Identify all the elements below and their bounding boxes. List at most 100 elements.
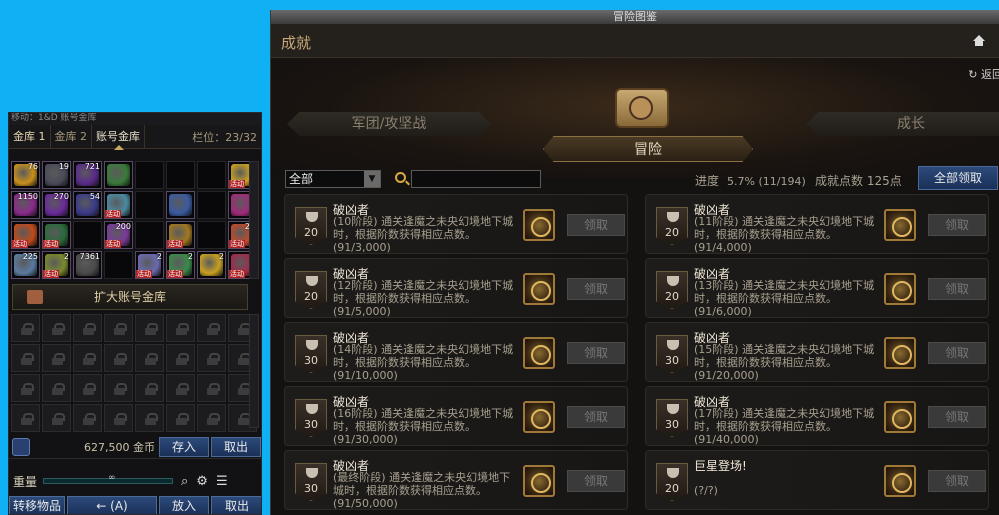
reward-medal-icon[interactable]	[523, 273, 555, 305]
tab-vault-1[interactable]: 金库 1	[9, 124, 51, 149]
reward-medal-icon[interactable]	[523, 401, 555, 433]
achievement-desc-text: (17阶段) 通关逢魔之未央幻境地下城时，根据阶数获得相应点数。	[694, 407, 875, 433]
locked-slot	[42, 314, 71, 342]
inventory-item[interactable]: 2 活动	[166, 251, 195, 279]
inventory-item[interactable]: 7361	[73, 251, 102, 279]
empty-slot[interactable]	[197, 221, 226, 249]
locked-slot	[104, 404, 133, 432]
locked-slot	[166, 314, 195, 342]
category-growth[interactable]: 成长	[806, 112, 999, 136]
reward-medal-icon[interactable]	[884, 273, 916, 305]
reward-medal-icon[interactable]	[884, 337, 916, 369]
reward-medal-icon[interactable]	[523, 209, 555, 241]
reward-medal-icon[interactable]	[884, 465, 916, 497]
category-legion[interactable]: 军团/攻坚战	[287, 112, 491, 136]
locked-slot	[42, 344, 71, 372]
inventory-item[interactable]: 活动	[11, 221, 40, 249]
empty-slot[interactable]	[197, 191, 226, 219]
sort-icon[interactable]	[12, 437, 30, 456]
reward-medal-icon[interactable]	[523, 337, 555, 369]
inventory-item[interactable]: 76	[11, 161, 40, 189]
achievement-desc-text: (14阶段) 通关逢魔之未央幻境地下城时，根据阶数获得相应点数。	[333, 343, 514, 369]
claim-button[interactable]: 领取	[567, 342, 625, 364]
lock-icon	[21, 383, 34, 395]
inventory-item[interactable]: 活动	[104, 191, 133, 219]
inventory-item[interactable]: 54	[73, 191, 102, 219]
section-title: 成就	[281, 34, 312, 52]
inventory-item[interactable]: 活动	[42, 221, 71, 249]
list-icon[interactable]: ☰	[216, 474, 228, 489]
inventory-item[interactable]: 225	[11, 251, 40, 279]
achievement-description: (?/?)	[694, 471, 876, 497]
inventory-item[interactable]	[166, 191, 195, 219]
empty-slot[interactable]	[135, 221, 164, 249]
take-out-button[interactable]: 取出	[211, 496, 261, 514]
empty-slot[interactable]	[104, 251, 133, 279]
inventory-item[interactable]: 270	[42, 191, 71, 219]
item-scrollbar[interactable]	[249, 161, 259, 279]
lock-icon	[145, 353, 158, 365]
home-icon[interactable]	[973, 35, 985, 47]
empty-slot[interactable]	[166, 161, 195, 189]
trophy-badge: 30	[656, 335, 688, 373]
inventory-item[interactable]: 2 活动	[135, 251, 164, 279]
inventory-item[interactable]: 1150	[11, 191, 40, 219]
back-button[interactable]: ↻ 返回	[968, 66, 999, 82]
inventory-item[interactable]	[104, 161, 133, 189]
claim-button[interactable]: 领取	[928, 342, 986, 364]
hotkey-button[interactable]: ← (A)	[67, 496, 157, 514]
filter-select[interactable]: 全部 ▼	[285, 170, 381, 188]
claim-button[interactable]: 领取	[567, 470, 625, 492]
claim-button[interactable]: 领取	[928, 278, 986, 300]
tab-vault-2[interactable]: 金库 2	[51, 124, 92, 149]
achievement-desc-text: (13阶段) 通关逢魔之未央幻境地下城时，根据阶数获得相应点数。	[694, 279, 875, 305]
inventory-item[interactable]: 活动	[166, 221, 195, 249]
empty-slot[interactable]	[197, 161, 226, 189]
item-event-tag: 活动	[43, 270, 59, 278]
search-input[interactable]	[411, 170, 541, 188]
empty-slot[interactable]	[135, 191, 164, 219]
expand-vault-button[interactable]: 扩大账号金库	[12, 284, 248, 310]
inventory-item[interactable]: 2	[197, 251, 226, 279]
withdraw-button[interactable]: 取出	[211, 436, 261, 457]
reward-medal-icon[interactable]	[884, 209, 916, 241]
lock-icon	[207, 323, 220, 335]
claim-button[interactable]: 领取	[928, 470, 986, 492]
empty-slot[interactable]	[135, 161, 164, 189]
inventory-item[interactable]: 2 活动	[42, 251, 71, 279]
item-event-tag: 活动	[136, 270, 152, 278]
deposit-button[interactable]: 存入	[159, 436, 209, 457]
item-count: 7361	[79, 252, 100, 261]
item-count: 2	[63, 252, 69, 261]
reward-medal-icon[interactable]	[523, 465, 555, 497]
gear-icon[interactable]: ⚙	[196, 474, 208, 489]
lock-icon	[21, 323, 34, 335]
reward-medal-icon[interactable]	[884, 401, 916, 433]
trophy-badge: 30	[656, 399, 688, 437]
chevron-down-icon[interactable]: ▼	[364, 171, 380, 187]
inventory-item[interactable]: 200 活动	[104, 221, 133, 249]
locked-slot	[104, 344, 133, 372]
search-icon[interactable]: ⌕	[181, 474, 188, 489]
claim-button[interactable]: 领取	[928, 214, 986, 236]
account-vault-panel: 移动：1&D 账号金库 金库 1 金库 2 账号金库 栏位：23/32 76 19…	[8, 112, 262, 515]
put-in-button[interactable]: 放入	[159, 496, 209, 514]
category-adventure[interactable]: 冒险	[543, 136, 753, 162]
achievement-card: 20 破凶者 (12阶段) 通关逢魔之未央幻境地下城时，根据阶数获得相应点数。 (91…	[284, 258, 628, 318]
inventory-item[interactable]: 721	[73, 161, 102, 189]
trophy-icon	[306, 340, 318, 350]
achievement-progress: (91/4,000)	[694, 241, 752, 254]
transfer-items-button[interactable]: 转移物品	[9, 496, 65, 514]
claim-button[interactable]: 领取	[567, 406, 625, 428]
filter-row: 全部 ▼ 进度 5.7% (11/194) 成就点数 125点 全部领取	[285, 166, 999, 190]
inventory-item[interactable]: 19	[42, 161, 71, 189]
locked-scrollbar[interactable]	[249, 314, 259, 428]
locked-slot	[197, 404, 226, 432]
claim-button[interactable]: 领取	[567, 214, 625, 236]
empty-slot[interactable]	[73, 221, 102, 249]
tab-account-vault[interactable]: 账号金库	[92, 124, 145, 150]
locked-slot	[73, 314, 102, 342]
claim-button[interactable]: 领取	[928, 406, 986, 428]
claim-all-button[interactable]: 全部领取	[918, 166, 998, 190]
claim-button[interactable]: 领取	[567, 278, 625, 300]
